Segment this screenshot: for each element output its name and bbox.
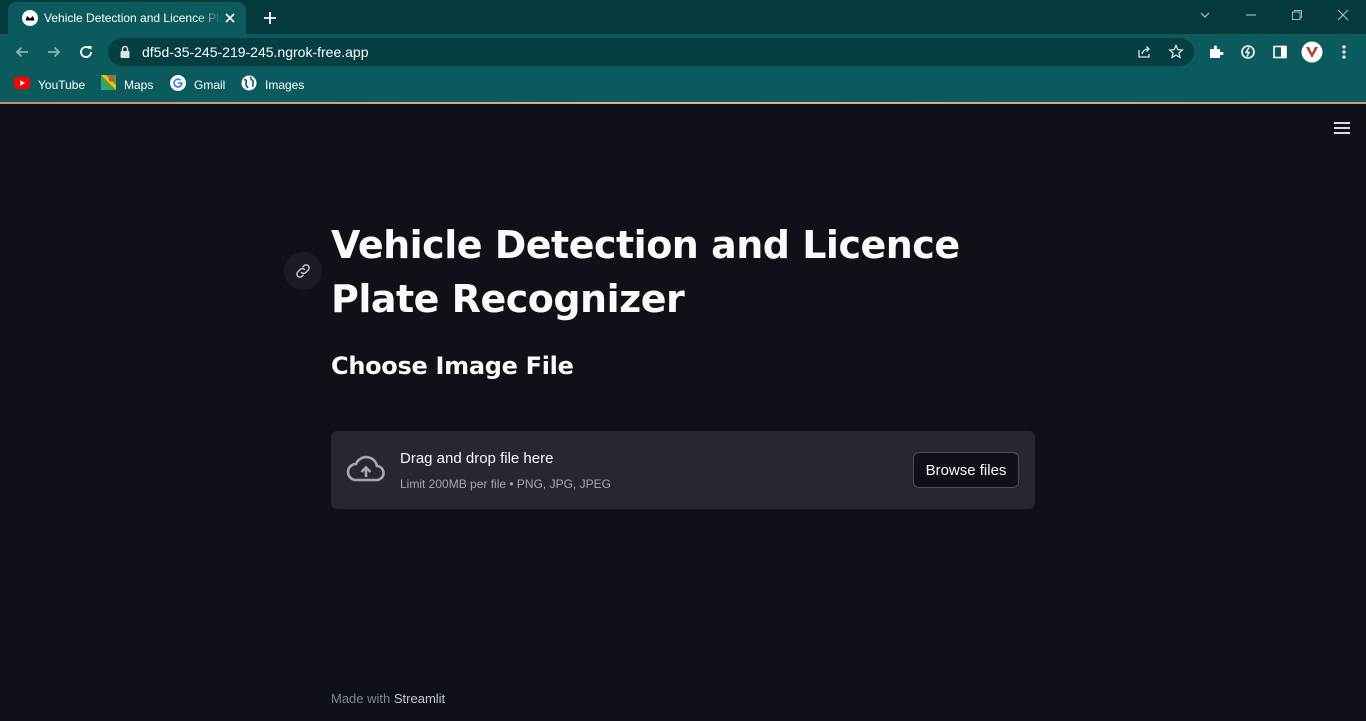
share-icon[interactable] <box>1133 41 1155 63</box>
bookmark-star-icon[interactable] <box>1165 41 1187 63</box>
dropzone-limit-text: Limit 200MB per file • PNG, JPG, JPEG <box>400 477 611 491</box>
url-text[interactable]: df5d-35-245-219-245.ngrok-free.app <box>142 44 369 60</box>
reload-icon[interactable] <box>73 39 99 65</box>
footer-made-with: Made with <box>331 691 391 706</box>
streamlit-favicon-icon <box>22 10 38 26</box>
bookmark-maps[interactable]: Maps <box>101 75 154 95</box>
streamlit-decoration-bar <box>0 102 1366 104</box>
tab-search-icon[interactable] <box>1194 4 1216 26</box>
section-subheader: Choose Image File <box>331 352 574 380</box>
profile-avatar[interactable] <box>1301 41 1323 63</box>
browse-files-button[interactable]: Browse files <box>913 452 1019 488</box>
tab-close-icon[interactable] <box>222 10 238 26</box>
more-menu-icon[interactable] <box>1333 41 1355 63</box>
page-title: Vehicle Detection and Licence Plate Reco… <box>331 223 960 321</box>
cloud-upload-icon <box>346 453 386 485</box>
back-arrow-icon[interactable] <box>9 39 35 65</box>
side-panel-icon[interactable] <box>1269 41 1291 63</box>
bookmark-label: YouTube <box>38 78 86 92</box>
footer: Made with Streamlit <box>331 691 445 706</box>
youtube-icon <box>14 76 30 94</box>
bookmark-label: Maps <box>124 78 154 92</box>
hamburger-menu-icon[interactable] <box>1330 118 1354 138</box>
sync-icon[interactable] <box>1237 41 1259 63</box>
header-anchor-link-icon[interactable] <box>284 252 322 290</box>
close-window-icon[interactable] <box>1332 4 1354 26</box>
bookmark-images[interactable]: Images <box>241 75 305 96</box>
forward-arrow-icon[interactable] <box>41 39 67 65</box>
globe-icon <box>241 75 257 96</box>
browser-tab[interactable]: Vehicle Detection and Licence Plate Reco… <box>8 2 246 34</box>
streamlit-link[interactable]: Streamlit <box>394 691 445 706</box>
bookmark-youtube[interactable]: YouTube <box>14 76 85 94</box>
extensions-icon[interactable] <box>1205 41 1227 63</box>
dropzone-instructions: Drag and drop file here <box>400 450 554 467</box>
restore-icon[interactable] <box>1286 4 1308 26</box>
maps-icon <box>101 75 116 95</box>
file-uploader-dropzone[interactable]: Drag and drop file here Limit 200MB per … <box>331 431 1035 509</box>
lock-icon[interactable] <box>114 41 136 63</box>
new-tab-icon[interactable] <box>259 7 281 29</box>
bookmark-label: Gmail <box>194 78 226 92</box>
bookmark-gmail[interactable]: Gmail <box>170 74 226 96</box>
tab-title: Vehicle Detection and Licence Plate Reco… <box>44 11 222 25</box>
bookmark-label: Images <box>265 78 305 92</box>
google-icon <box>170 74 186 96</box>
minimize-icon[interactable] <box>1240 4 1262 26</box>
